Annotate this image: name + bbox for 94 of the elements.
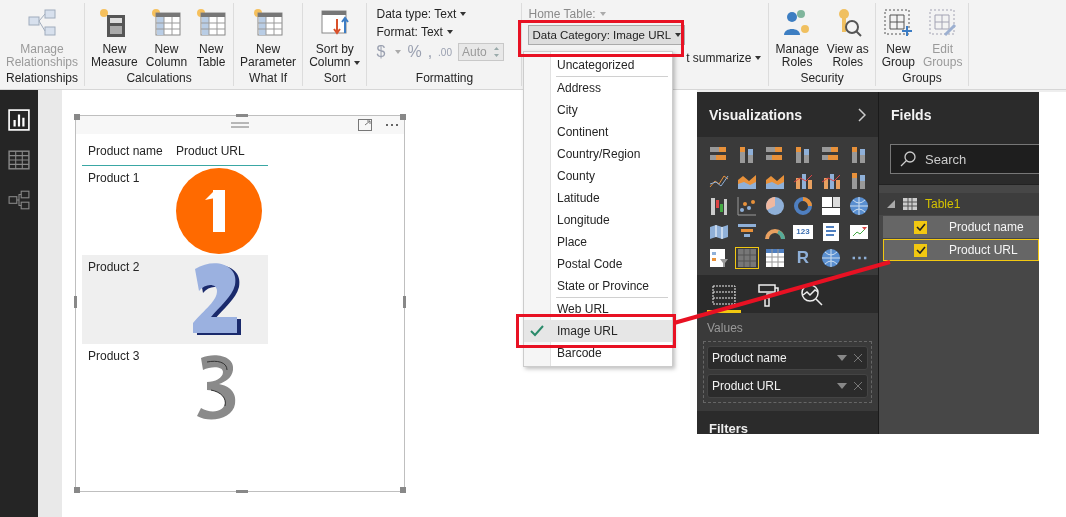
table-icon	[150, 7, 183, 39]
data-category-dropdown[interactable]: Data Category: Image URL	[528, 25, 686, 45]
visual-type-button[interactable]	[819, 195, 843, 217]
data-type-dropdown[interactable]: Data type: Text	[376, 7, 467, 21]
ribbon-button[interactable]: Manage Roles	[772, 3, 822, 71]
field-item[interactable]: Product URL	[883, 239, 1039, 261]
ribbon-button[interactable]: New Measure	[88, 3, 141, 71]
menu-item[interactable]: Postal Code	[524, 253, 672, 275]
field-item[interactable]: Product name	[883, 216, 1039, 238]
format-dropdown[interactable]: Format: Text	[376, 25, 453, 39]
resize-handle[interactable]	[403, 296, 406, 308]
chevron-icon[interactable]	[858, 107, 866, 122]
menu-item[interactable]: Continent	[524, 121, 672, 143]
ribbon-button[interactable]: New Parameter	[237, 3, 300, 71]
menu-item[interactable]: Latitude	[524, 187, 672, 209]
ribbon-button[interactable]: Sort by Column	[306, 3, 364, 71]
check-icon	[530, 325, 544, 337]
table-cell-text: Product 3	[87, 348, 141, 365]
spinner-icon	[492, 46, 500, 58]
resize-handle[interactable]	[400, 114, 406, 120]
caret-icon[interactable]	[837, 383, 847, 389]
ribbon-button[interactable]: New Column	[142, 3, 191, 71]
column-header[interactable]: Product name	[82, 134, 170, 165]
field-well[interactable]: Product URL	[707, 374, 868, 398]
section-title: Filters	[709, 421, 748, 434]
table-icon	[903, 198, 917, 210]
group-label: What If	[248, 71, 289, 86]
menu-item[interactable]: Web URL	[524, 298, 672, 320]
pane-title: Visualizations	[709, 106, 803, 123]
section-label: Values	[707, 321, 744, 335]
visual-type-button[interactable]	[735, 247, 759, 269]
diagram-icon[interactable]	[8, 189, 30, 211]
group-label: Groups	[901, 71, 943, 86]
pane-title: Fields	[891, 106, 932, 123]
group-label: Relationships	[5, 71, 80, 86]
resize-handle[interactable]	[236, 114, 248, 117]
visual-type-button[interactable]: R	[791, 247, 815, 269]
resize-handle[interactable]	[74, 296, 77, 308]
menu-item[interactable]: State or Province	[524, 275, 672, 297]
summarization-dropdown[interactable]: t summarize	[686, 51, 762, 65]
table-name[interactable]: Table1	[925, 197, 961, 211]
group-label: Security	[799, 71, 845, 86]
table-icon	[252, 7, 285, 39]
resize-handle[interactable]	[74, 487, 80, 493]
table-cell-text: Product 2	[87, 259, 141, 276]
ribbon-button[interactable]: New Group	[878, 3, 919, 71]
grid-icon	[926, 7, 959, 39]
ribbon-button[interactable]: View as Roles	[823, 3, 872, 71]
resize-handle[interactable]	[236, 490, 248, 493]
table-cell-text: Product 1	[87, 170, 141, 187]
close-icon[interactable]	[853, 353, 863, 363]
visual-type-button[interactable]	[819, 247, 843, 269]
bar-chart-icon[interactable]	[8, 109, 30, 131]
table-icon	[195, 7, 228, 39]
grid-icon[interactable]	[8, 149, 30, 171]
checkbox[interactable]	[914, 243, 927, 257]
menu-item[interactable]: Place	[524, 231, 672, 253]
ribbon-button[interactable]: New Table	[192, 3, 231, 71]
menu-item[interactable]: Uncategorized	[524, 54, 672, 76]
menu-item[interactable]: City	[524, 99, 672, 121]
search-field[interactable]: Search	[890, 144, 1039, 174]
table-visual[interactable]: Product name Product URL Product 1 Product 2 Product 3	[75, 115, 405, 492]
checkbox[interactable]	[914, 220, 927, 234]
visual-type-button[interactable]	[763, 195, 787, 217]
drag-handle-icon[interactable]	[231, 122, 249, 128]
menu-item[interactable]: Barcode	[524, 342, 672, 364]
grid-icon	[882, 7, 915, 39]
well-field-name: Product name	[712, 351, 788, 365]
visual-type-button[interactable]	[847, 195, 871, 217]
search-icon	[900, 151, 916, 167]
visual-type-button[interactable]	[791, 195, 815, 217]
caret-icon[interactable]	[837, 355, 847, 361]
expand-icon[interactable]	[887, 200, 895, 208]
resize-handle[interactable]	[74, 114, 80, 120]
visual-type-button[interactable]	[763, 247, 787, 269]
visual-type-button[interactable]	[735, 195, 759, 217]
menu-item[interactable]: County	[524, 165, 672, 187]
menu-item[interactable]: Longitude	[524, 209, 672, 231]
menu-item[interactable]: Image URL	[524, 320, 672, 342]
well-field-name: Product URL	[712, 379, 782, 393]
visual-type-button[interactable]	[707, 247, 731, 269]
menu-item[interactable]: Country/Region	[524, 143, 672, 165]
caret-icon	[395, 50, 402, 54]
group-label: Calculations	[125, 71, 193, 86]
visual-type-button[interactable]: ⋯	[847, 247, 871, 269]
resize-handle[interactable]	[400, 487, 406, 493]
diagram-icon	[26, 7, 58, 39]
column-header[interactable]: Product URL	[170, 134, 251, 165]
group-label: Sort	[322, 71, 347, 86]
focus-mode-icon[interactable]	[358, 119, 372, 131]
menu-item[interactable]: Address	[524, 77, 672, 99]
close-icon[interactable]	[853, 381, 863, 391]
group-label: Formatting	[414, 71, 475, 86]
field-well[interactable]: Product name	[707, 346, 868, 370]
